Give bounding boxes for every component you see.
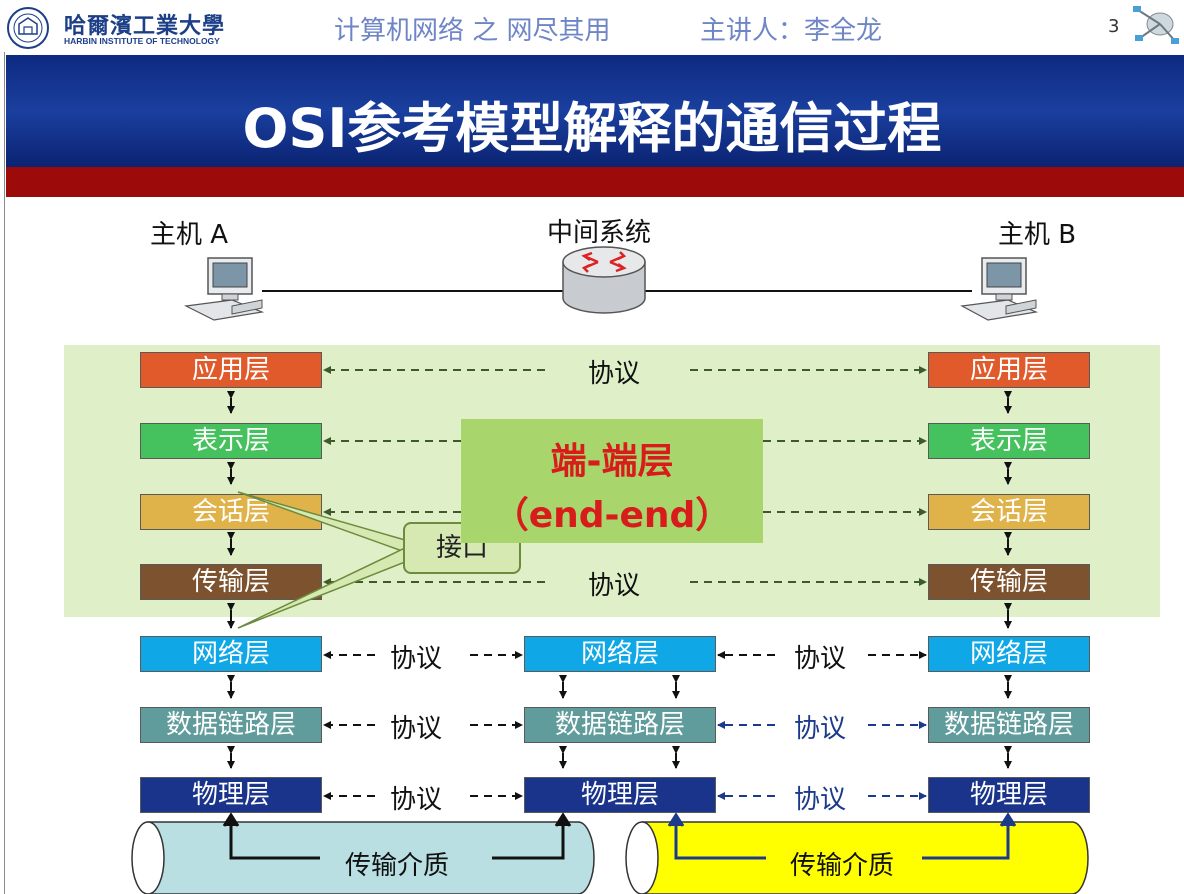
medium-right-label: 传输介质 [790, 851, 895, 881]
transmission-media [131, 812, 1089, 894]
medium-left-label: 传输介质 [345, 851, 450, 881]
